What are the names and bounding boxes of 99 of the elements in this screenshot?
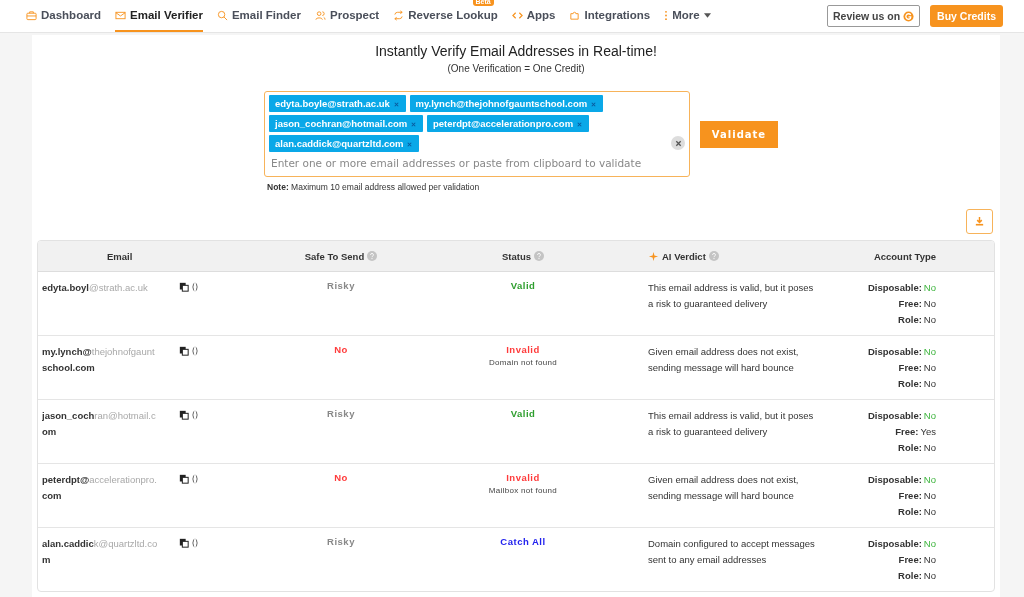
account-label: Role:: [898, 506, 922, 517]
column-header: AI Verdict: [662, 250, 706, 262]
braces-icon[interactable]: [192, 282, 198, 292]
account-value: No: [923, 474, 936, 485]
account-value: No: [923, 314, 936, 325]
column-header: Safe To Send: [304, 250, 365, 262]
download-icon: [974, 216, 985, 227]
briefcase-icon: [26, 9, 37, 21]
verdict-text: Given email address does not exist, sending message will hard bounce: [648, 473, 800, 503]
account-value: No: [923, 378, 936, 389]
page-subtitle: (One Verification = One Credit): [446, 63, 586, 74]
remove-icon[interactable]: [409, 121, 417, 128]
account-value: No: [923, 570, 936, 581]
verdict-text: This email address is valid, but it poses a risk to guaranteed delivery: [648, 409, 815, 439]
account-label: Free:: [898, 298, 922, 309]
account-value: Yes: [920, 426, 936, 437]
braces-icon[interactable]: [192, 538, 198, 548]
envelope-icon: [115, 9, 127, 21]
status-detail: Domain not found: [489, 358, 557, 367]
account-value: No: [923, 362, 936, 373]
status-detail: Mailbox not found: [488, 486, 558, 495]
email-chip: edyta.boyle@strath.ac.uk: [269, 95, 406, 112]
clear-icon[interactable]: [671, 136, 685, 150]
braces-icon[interactable]: [192, 410, 198, 420]
safe-to-send-value: Risky: [327, 408, 355, 419]
verdict-text: This email address is valid, but it poses a risk to guaranteed delivery: [648, 281, 815, 311]
account-value: No: [923, 554, 936, 565]
nav-tab[interactable]: Dashboard: [26, 0, 102, 32]
status-value: Invalid: [506, 472, 540, 483]
remove-icon[interactable]: [392, 101, 400, 108]
account-value: No: [923, 490, 936, 501]
email-cell-text: my.lynch@thejohnofgaunt school.com: [42, 345, 156, 375]
account-value: No: [923, 442, 936, 453]
email-cell-text: peterdpt@accelerationpro. com: [42, 473, 158, 503]
account-value: No: [923, 538, 936, 549]
nav-tab[interactable]: Integrations: [569, 0, 651, 32]
copy-icon[interactable]: [179, 474, 189, 484]
status-value: Valid: [510, 408, 536, 419]
email-cell-text: edyta.boyl@strath.ac.uk: [42, 281, 149, 295]
braces-icon[interactable]: [192, 346, 198, 356]
account-value: No: [923, 506, 936, 517]
braces-icon[interactable]: [192, 474, 198, 484]
account-value: No: [923, 410, 936, 421]
swap-arrows-icon: [393, 9, 405, 21]
email-cell-text: jason_cochran@hotmail.c om: [42, 409, 157, 439]
verdict-text: Given email address does not exist, sending message will hard bounce: [648, 345, 800, 375]
nav-tab[interactable]: Prospect: [315, 0, 380, 32]
nav-tab[interactable]: Apps: [511, 0, 556, 32]
account-label: Free:: [895, 426, 919, 437]
email-chip: alan.caddick@quartzltd.com: [269, 135, 420, 152]
column-header: Account Type: [873, 250, 936, 262]
remove-icon[interactable]: [575, 121, 583, 128]
status-value: Catch All: [500, 536, 546, 547]
copy-icon[interactable]: [179, 538, 189, 548]
email-chip: peterdpt@accelerationpro.com: [426, 115, 589, 132]
safe-to-send-value: No: [334, 344, 348, 355]
account-label: Role:: [898, 314, 922, 325]
email-cell-text: alan.caddick@quartzltd.co m: [42, 537, 159, 567]
safe-to-send-value: No: [334, 472, 348, 483]
safe-to-send-value: Risky: [327, 536, 355, 547]
account-label: Disposable:: [868, 346, 922, 357]
puzzle-icon: [569, 9, 581, 21]
remove-icon[interactable]: [589, 101, 597, 108]
nav-tab[interactable]: Email Finder: [216, 0, 301, 32]
column-header: Email: [107, 250, 133, 262]
column-header: Status: [501, 250, 531, 262]
email-chip: jason_cochran@hotmail.com: [269, 115, 423, 132]
account-label: Disposable:: [868, 410, 922, 421]
safe-to-send-value: Risky: [327, 280, 355, 291]
nav-tab[interactable]: More: [664, 0, 711, 32]
account-label: Disposable:: [868, 474, 922, 485]
account-label: Role:: [898, 442, 922, 453]
account-value: No: [923, 298, 936, 309]
verdict-text: Domain configured to accept messages sent to any email addresses: [648, 537, 816, 567]
search-icon: [216, 9, 228, 21]
account-label: Role:: [898, 570, 922, 581]
page-title: Instantly Verify Email Addresses in Real-time!: [374, 43, 658, 59]
sparkle-icon: [648, 250, 659, 262]
people-icon: [315, 9, 326, 21]
copy-icon[interactable]: [179, 282, 189, 292]
account-label: Free:: [898, 490, 922, 501]
remove-icon[interactable]: [406, 141, 414, 148]
review-button[interactable]: Review us on: [826, 5, 921, 27]
vertical-dots-icon: [664, 9, 669, 21]
account-value: No: [923, 282, 936, 293]
account-label: Disposable:: [868, 538, 922, 549]
g-logo-icon: [903, 10, 915, 22]
note-text: Note: Maximum 10 email address allowed per validation: [267, 182, 481, 192]
account-label: Disposable:: [868, 282, 922, 293]
account-value: No: [923, 346, 936, 357]
email-chip: my.lynch@thejohnofgauntschool.com: [409, 95, 603, 112]
status-value: Invalid: [506, 344, 540, 355]
account-label: Free:: [898, 554, 922, 565]
account-label: Role:: [898, 378, 922, 389]
status-value: Valid: [510, 280, 536, 291]
account-label: Free:: [898, 362, 922, 373]
copy-icon[interactable]: [179, 410, 189, 420]
copy-icon[interactable]: [179, 346, 189, 356]
nav-tab[interactable]: Email Verifier: [115, 0, 203, 32]
